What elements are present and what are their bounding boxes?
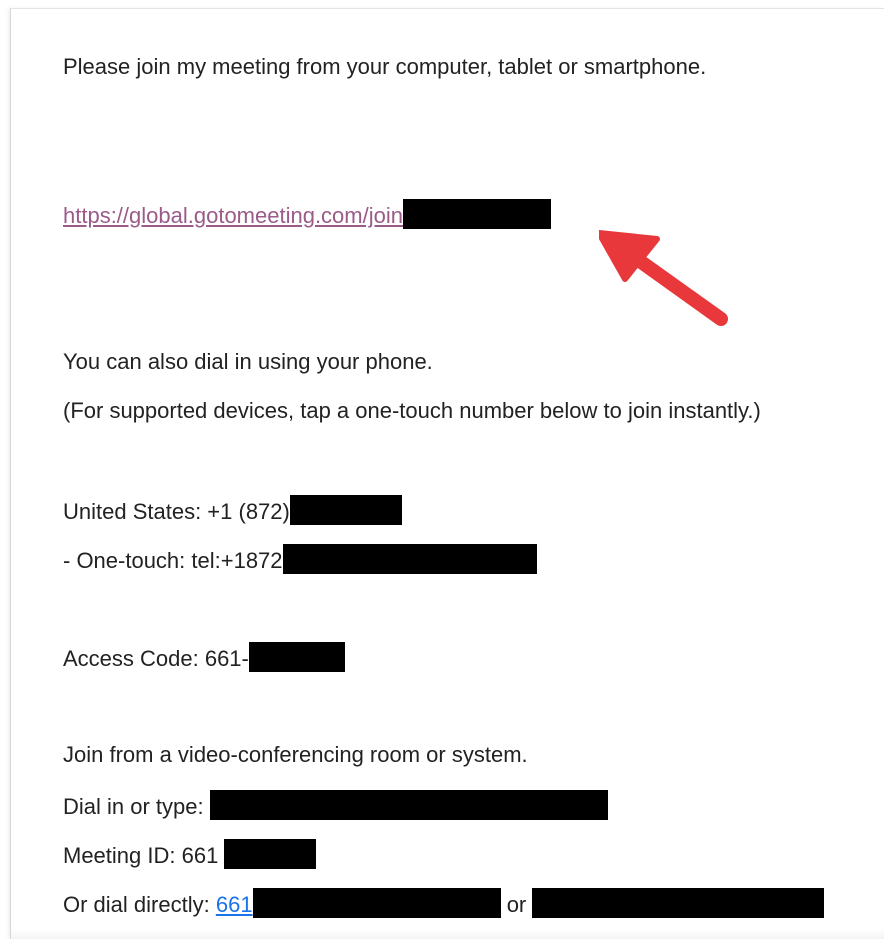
email-body-frame: Please join my meeting from your compute… [10, 8, 884, 939]
invite-intro: Please join my meeting from your compute… [63, 54, 707, 79]
dial-directly-link[interactable]: 661 [216, 892, 253, 917]
redaction-bar [252, 888, 501, 918]
join-meeting-link[interactable]: https://global.gotomeeting.com/join [63, 203, 403, 228]
redaction-bar [224, 839, 317, 869]
us-dial-label: United States: +1 (872) [63, 499, 290, 524]
red-arrow-icon [599, 230, 728, 326]
meeting-id-row: Meeting ID: 661 [63, 839, 317, 870]
dial-type-label: Dial in or type: [63, 794, 204, 819]
dial-directly-row: Or dial directly: 661 or [63, 888, 825, 919]
one-touch-row: - One-touch: tel:+1872 [63, 544, 537, 575]
phone-intro: You can also dial in using your phone. [63, 349, 433, 374]
us-dial-row: United States: +1 (872) [63, 495, 402, 526]
bottom-shadow [11, 929, 884, 939]
access-code-label: Access Code: 661- [63, 646, 249, 671]
redaction-bar [402, 199, 551, 229]
one-touch-label: - One-touch: tel:+1872 [63, 548, 283, 573]
dial-directly-label: Or dial directly: [63, 892, 210, 917]
redaction-bar [532, 888, 825, 918]
meeting-id-label: Meeting ID: 661 [63, 843, 219, 868]
redaction-bar [289, 495, 402, 525]
redaction-bar [248, 642, 345, 672]
join-link-row: https://global.gotomeeting.com/join [63, 199, 551, 230]
or-text: or [506, 892, 527, 917]
phone-note: (For supported devices, tap a one-touch … [63, 398, 761, 423]
dial-type-row: Dial in or type: [63, 790, 608, 821]
video-intro: Join from a video-conferencing room or s… [63, 742, 528, 767]
redaction-bar [209, 790, 608, 820]
redaction-bar [282, 544, 537, 574]
access-code-row: Access Code: 661- [63, 642, 345, 673]
meeting-invite-content: Please join my meeting from your compute… [63, 9, 876, 939]
